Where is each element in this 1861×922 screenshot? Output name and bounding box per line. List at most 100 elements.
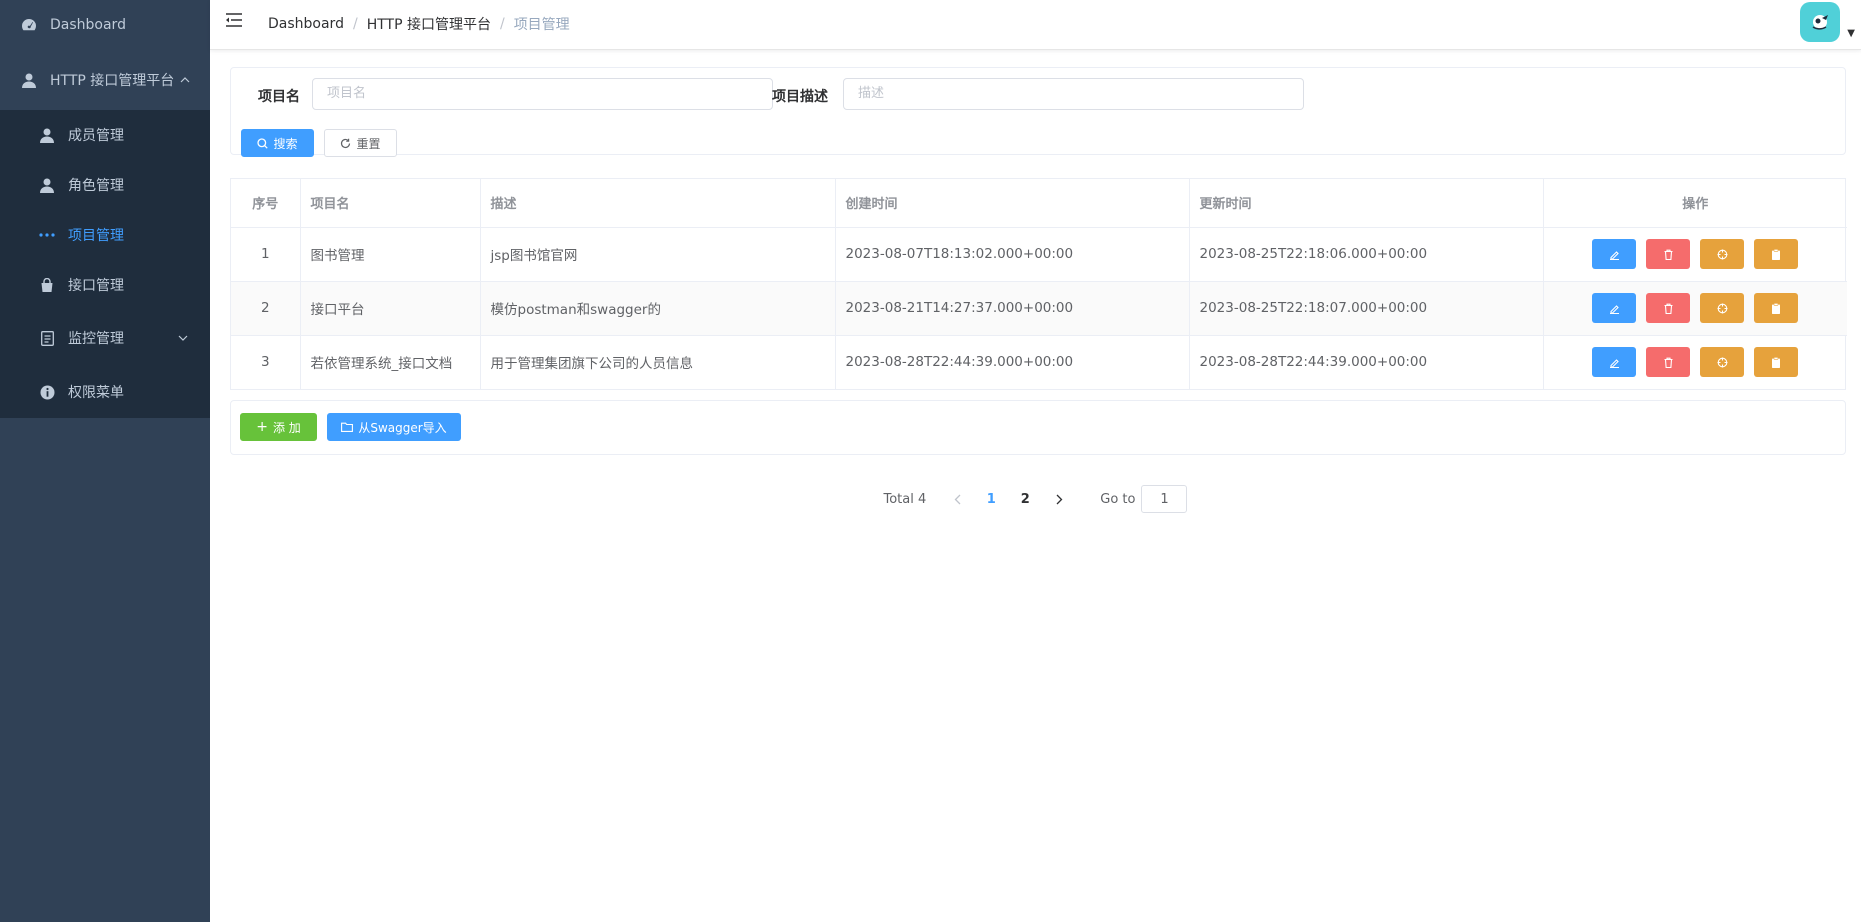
folder-icon <box>341 422 354 432</box>
delete-icon <box>1664 303 1673 314</box>
project-desc-input[interactable]: 描述 <box>843 78 1304 110</box>
cell-name: 图书管理 <box>300 227 481 282</box>
edit-icon <box>1609 358 1619 368</box>
goto-label: Go to <box>1100 491 1136 507</box>
table-row: 3 若依管理系统_接口文档 用于管理集团旗下公司的人员信息 2023-08-28… <box>231 335 1847 389</box>
delete-button[interactable] <box>1646 347 1691 378</box>
clipboard-button[interactable] <box>1754 239 1799 269</box>
clipboard-icon <box>1772 356 1781 368</box>
page-1[interactable]: 1 <box>974 485 1008 513</box>
column-header-name: 项目名 <box>300 179 481 228</box>
sidebar-item-label: 成员管理 <box>68 128 124 144</box>
cell-created: 2023-08-21T14:27:37.000+00:00 <box>835 281 1190 336</box>
sidebar-item-monitor[interactable]: 监控管理 <box>0 310 210 366</box>
cell-name: 若依管理系统_接口文档 <box>300 335 481 389</box>
table-header-row: 序号 项目名 描述 创建时间 更新时间 操作 <box>231 179 1847 228</box>
dashboard-icon <box>20 16 38 34</box>
next-page-icon[interactable] <box>1042 485 1076 513</box>
column-header-actions: 操作 <box>1543 179 1847 228</box>
delete-button[interactable] <box>1646 293 1691 323</box>
sidebar-item-label: Dashboard <box>50 17 126 33</box>
view-button[interactable] <box>1700 239 1745 269</box>
breadcrumb-separator: / <box>499 16 505 32</box>
user-icon <box>38 176 56 194</box>
goto-page-input[interactable]: 1 <box>1141 485 1188 513</box>
cell-updated: 2023-08-28T22:44:39.000+00:00 <box>1189 335 1544 389</box>
breadcrumb-item-dashboard[interactable]: Dashboard <box>268 16 344 32</box>
action-bar: + 添 加 从Swagger导入 <box>230 400 1846 455</box>
info-icon <box>38 383 56 401</box>
sidebar: Dashboard HTTP 接口管理平台 成员管理 角色管理 项目管理 接口管… <box>0 0 210 922</box>
breadcrumb-separator: / <box>352 16 358 32</box>
page-2[interactable]: 2 <box>1008 485 1042 513</box>
cell-desc: 用于管理集团旗下公司的人员信息 <box>480 335 836 389</box>
column-header-desc: 描述 <box>480 179 836 228</box>
project-table: 序号 项目名 描述 创建时间 更新时间 操作 1 图书管理 jsp图书馆官网 2… <box>230 178 1847 390</box>
cell-index: 1 <box>231 227 301 282</box>
search-button-label: 搜索 <box>273 136 298 151</box>
page-jumper: Go to 1 <box>1100 485 1188 513</box>
cell-updated: 2023-08-25T22:18:07.000+00:00 <box>1189 281 1544 336</box>
delete-button[interactable] <box>1646 239 1691 269</box>
column-header-created: 创建时间 <box>835 179 1190 228</box>
project-name-input[interactable]: 项目名 <box>312 78 773 110</box>
delete-icon <box>1664 249 1673 260</box>
user-icon <box>20 71 38 89</box>
sidebar-item-members[interactable]: 成员管理 <box>0 110 210 160</box>
cell-index: 3 <box>231 335 301 389</box>
clipboard-button[interactable] <box>1754 293 1799 323</box>
clipboard-icon <box>1772 248 1781 260</box>
chevron-up-icon <box>180 50 190 110</box>
sidebar-item-label: 角色管理 <box>68 178 124 194</box>
sidebar-item-permission[interactable]: 权限菜单 <box>0 366 210 418</box>
cell-index: 2 <box>231 281 301 336</box>
sidebar-item-projects[interactable]: 项目管理 <box>0 210 210 260</box>
add-button[interactable]: + 添 加 <box>240 413 317 441</box>
document-icon <box>38 329 56 347</box>
search-icon <box>257 137 269 149</box>
cell-actions <box>1543 281 1847 336</box>
pagination-total: Total 4 <box>883 491 927 507</box>
clipboard-icon <box>1772 302 1781 314</box>
breadcrumb: Dashboard / HTTP 接口管理平台 / 项目管理 <box>268 14 570 34</box>
search-form: 项目名 项目名 项目描述 描述 搜索 重置 <box>230 67 1846 157</box>
sidebar-item-roles[interactable]: 角色管理 <box>0 160 210 210</box>
sidebar-item-dashboard[interactable]: Dashboard <box>0 0 210 50</box>
table-row: 2 接口平台 模仿postman和swagger的 2023-08-21T14:… <box>231 281 1847 336</box>
clipboard-button[interactable] <box>1754 347 1799 378</box>
avatar[interactable] <box>1800 2 1840 42</box>
sidebar-item-interfaces[interactable]: 接口管理 <box>0 260 210 310</box>
refresh-icon <box>341 138 351 148</box>
sidebar-item-label: 监控管理 <box>68 331 124 347</box>
sidebar-item-label: 接口管理 <box>68 278 124 294</box>
pagination: Total 4 1 2 Go to 1 <box>210 485 1861 513</box>
target-icon <box>1717 249 1728 259</box>
navbar: Dashboard / HTTP 接口管理平台 / 项目管理 ▼ <box>210 0 1861 50</box>
edit-button[interactable] <box>1592 239 1637 269</box>
reset-button[interactable]: 重置 <box>324 129 397 157</box>
view-button[interactable] <box>1700 347 1745 378</box>
caret-down-icon[interactable]: ▼ <box>1847 28 1855 39</box>
sidebar-item-label: 项目管理 <box>68 228 124 244</box>
cell-desc: 模仿postman和swagger的 <box>480 281 836 336</box>
prev-page-icon[interactable] <box>940 485 974 513</box>
breadcrumb-item-platform[interactable]: HTTP 接口管理平台 <box>367 14 491 34</box>
project-name-label: 项目名 <box>258 89 300 105</box>
edit-button[interactable] <box>1592 347 1637 378</box>
search-button[interactable]: 搜索 <box>241 129 314 157</box>
more-dots-icon <box>38 226 56 244</box>
sidebar-item-label: 权限菜单 <box>68 385 124 401</box>
edit-icon <box>1609 304 1619 314</box>
reset-button-label: 重置 <box>356 136 381 151</box>
import-swagger-button[interactable]: 从Swagger导入 <box>327 413 461 441</box>
view-button[interactable] <box>1700 293 1745 323</box>
target-icon <box>1717 357 1728 368</box>
sidebar-item-platform[interactable]: HTTP 接口管理平台 <box>0 50 210 110</box>
edit-button[interactable] <box>1592 293 1637 323</box>
hamburger-icon[interactable] <box>225 12 245 32</box>
project-desc-label: 项目描述 <box>772 89 828 105</box>
bag-icon <box>38 276 56 294</box>
cell-created: 2023-08-07T18:13:02.000+00:00 <box>835 227 1190 282</box>
delete-icon <box>1664 357 1673 368</box>
cell-updated: 2023-08-25T22:18:06.000+00:00 <box>1189 227 1544 282</box>
